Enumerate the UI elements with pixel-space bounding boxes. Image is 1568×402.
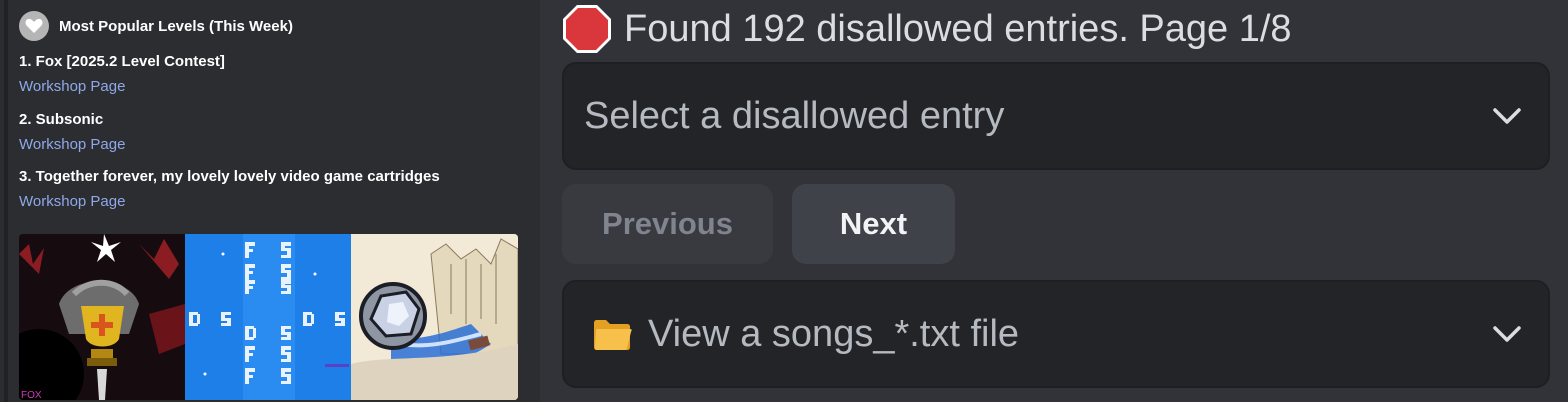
workshop-link-2[interactable]: Workshop Page (19, 136, 125, 153)
workshop-link-1[interactable]: Workshop Page (19, 78, 125, 95)
embed-title: Most Popular Levels (This Week) (59, 17, 293, 35)
select-placeholder: Select a disallowed entry (584, 94, 1005, 137)
level-title-1: 1. Fox [2025.2 Level Contest] (19, 53, 225, 70)
file-select-placeholder: View a songs_*.txt file (648, 312, 1020, 355)
subsonic-thumbnail (185, 234, 351, 400)
level-title-2: 2. Subsonic (19, 111, 104, 128)
popular-levels-embed: Most Popular Levels (This Week) 1. Fox [… (0, 0, 540, 402)
stop-sign-icon (563, 5, 611, 53)
embed-accent-bar (4, 0, 8, 402)
next-button[interactable]: Next (792, 184, 955, 264)
fox-thumbnail: FOX (19, 234, 185, 400)
disallowed-entry-select[interactable]: Select a disallowed entry (562, 62, 1550, 170)
embed-author: Most Popular Levels (This Week) (19, 11, 293, 41)
level-thumbnails-image[interactable]: FOX (19, 234, 518, 400)
status-text: Found 192 disallowed entries. Page 1/8 (624, 7, 1292, 50)
workshop-link-3[interactable]: Workshop Page (19, 193, 125, 210)
level-title-3: 3. Together forever, my lovely lovely vi… (19, 168, 440, 185)
chevron-down-icon (1493, 108, 1521, 124)
status-line: Found 192 disallowed entries. Page 1/8 (562, 4, 1292, 54)
fox-caption: FOX (21, 390, 42, 400)
chevron-down-icon (1493, 326, 1521, 342)
folder-icon (594, 320, 632, 350)
songs-file-select[interactable]: View a songs_*.txt file (562, 280, 1550, 388)
previous-button[interactable]: Previous (562, 184, 773, 264)
bot-message: Found 192 disallowed entries. Page 1/8 S… (540, 0, 1568, 402)
cartridges-thumbnail (351, 234, 518, 400)
heart-icon (19, 11, 49, 41)
